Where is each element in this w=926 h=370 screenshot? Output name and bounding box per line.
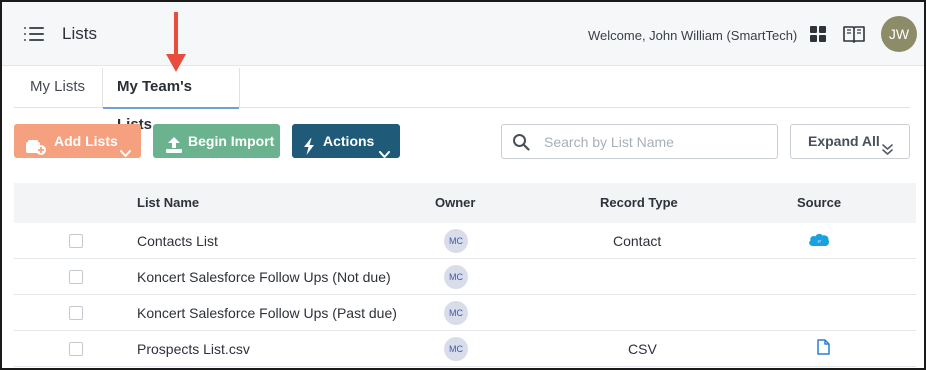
add-lists-label: Add Lists — [54, 133, 118, 149]
table-row: Koncert Salesforce Follow Ups (Not due) … — [14, 259, 916, 295]
user-avatar[interactable]: JW — [881, 16, 917, 52]
record-type: Contact — [613, 233, 662, 249]
chevron-down-icon — [379, 137, 390, 171]
lightning-icon — [303, 133, 315, 167]
list-name[interactable]: Contacts List — [137, 233, 218, 249]
welcome-text: Welcome, John William (SmartTech) — [588, 28, 798, 43]
owner-avatar: MC — [444, 265, 468, 289]
begin-import-button[interactable]: Begin Import — [153, 124, 280, 158]
list-name[interactable]: Koncert Salesforce Follow Ups (Not due) — [137, 269, 391, 285]
add-lists-button[interactable]: Add Lists — [14, 124, 141, 158]
row-checkbox[interactable] — [69, 342, 83, 356]
search-icon — [512, 133, 530, 151]
begin-import-label: Begin Import — [188, 133, 275, 149]
search-input[interactable] — [536, 128, 754, 155]
table-header: List Name Owner Record Type Source — [14, 183, 916, 223]
actions-label: Actions — [323, 133, 375, 149]
expand-all-label: Expand All — [808, 133, 880, 149]
apps-grid-icon[interactable] — [810, 26, 826, 42]
owner-avatar: MC — [444, 337, 468, 361]
book-icon[interactable] — [842, 24, 866, 44]
column-header-source[interactable]: Source — [797, 195, 841, 210]
salesforce-icon: sf — [808, 232, 830, 253]
page-title: Lists — [62, 24, 97, 43]
expand-all-button[interactable]: Expand All — [790, 124, 910, 159]
record-type: CSV — [628, 341, 657, 357]
table-row: Prospects List.csv MC CSV — [14, 331, 916, 367]
table-row: Koncert Salesforce Follow Ups (Past due)… — [14, 295, 916, 331]
annotation-arrow — [166, 12, 186, 74]
column-header-list-name[interactable]: List Name — [137, 195, 199, 210]
column-header-owner[interactable]: Owner — [435, 195, 475, 210]
list-name[interactable]: Koncert Salesforce Follow Ups (Past due) — [137, 305, 397, 321]
row-checkbox[interactable] — [69, 270, 83, 284]
list-name[interactable]: Prospects List.csv — [137, 341, 250, 357]
table-row: Contacts List MC Contact sf — [14, 223, 916, 259]
column-header-record-type[interactable]: Record Type — [600, 195, 678, 210]
upload-icon — [165, 132, 183, 166]
add-list-icon — [25, 133, 47, 167]
file-icon — [817, 339, 830, 360]
menu-icon[interactable] — [24, 26, 44, 42]
tab-my-lists[interactable]: My Lists — [16, 68, 99, 108]
row-checkbox[interactable] — [69, 306, 83, 320]
double-chevron-down-icon — [882, 135, 893, 168]
actions-button[interactable]: Actions — [292, 124, 400, 158]
search-box — [501, 124, 778, 159]
top-bar: Lists Welcome, John William (SmartTech) … — [2, 2, 924, 66]
row-checkbox[interactable] — [69, 234, 83, 248]
chevron-down-icon — [120, 136, 131, 170]
owner-avatar: MC — [444, 229, 468, 253]
tab-bar: My Lists My Team's Lists — [14, 68, 910, 133]
owner-avatar: MC — [444, 301, 468, 325]
app-window: Lists Welcome, John William (SmartTech) … — [0, 0, 926, 370]
